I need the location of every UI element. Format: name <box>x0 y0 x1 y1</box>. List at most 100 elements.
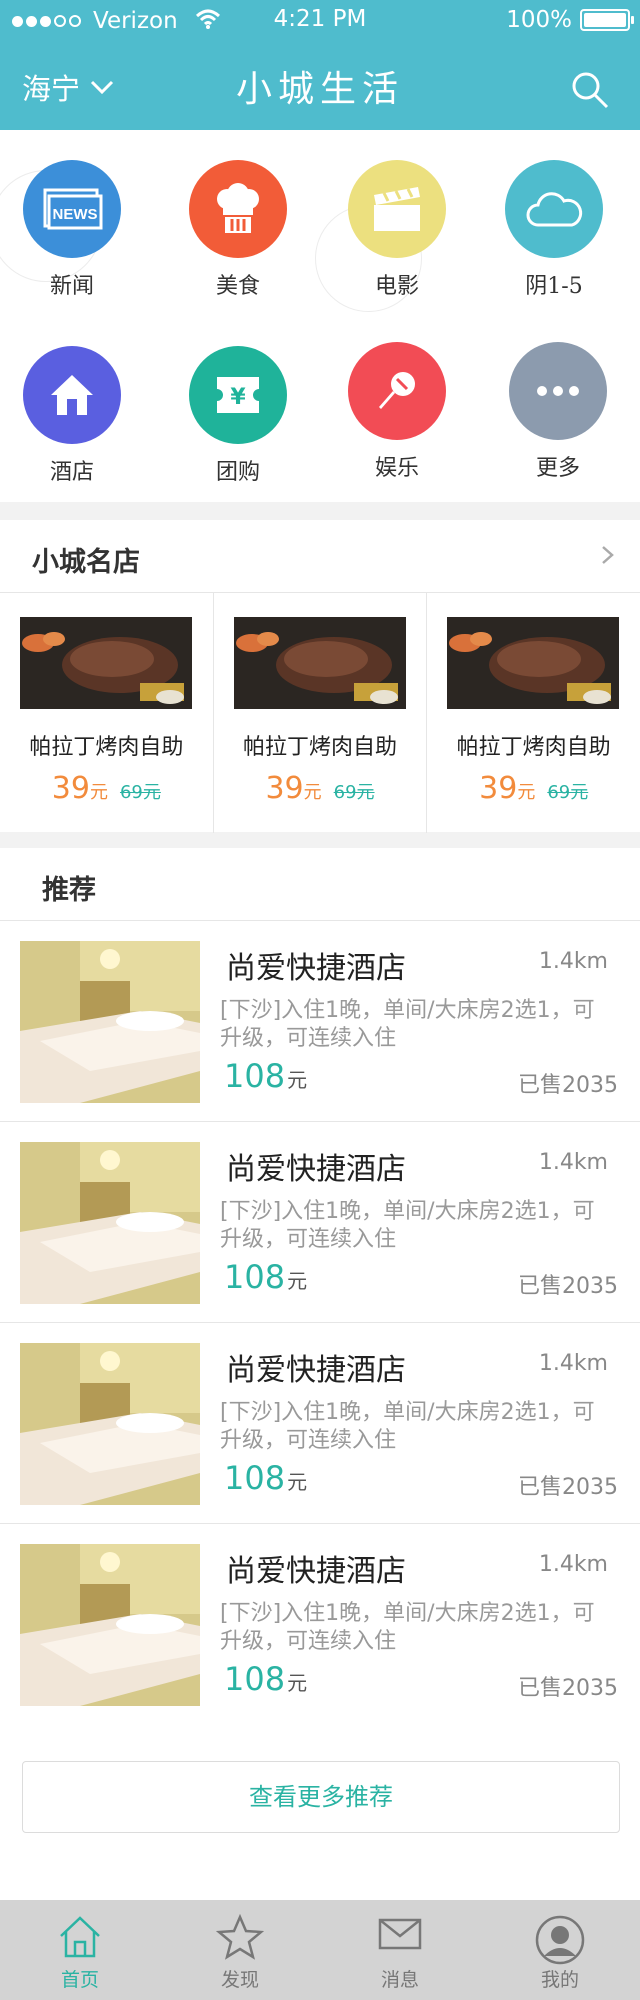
tab-profile[interactable]: 我的 <box>480 1900 640 2000</box>
microphone-icon <box>348 342 446 440</box>
hotel-name: 尚爱快捷酒店 <box>226 1152 406 1187</box>
category-label: 美食 <box>215 274 260 299</box>
shop-list: 帕拉丁烤肉自助 39元 69元 帕拉丁烤肉自助 39元 69元 帕拉丁烤肉自助 … <box>0 593 640 833</box>
recommend-item[interactable]: 尚爱快捷酒店 1.4km [下沙]入住1晚，单间/大床房2选1，可升级，可连续入… <box>0 921 640 1122</box>
house-icon <box>23 346 121 444</box>
section-title: 小城名店 <box>32 547 140 578</box>
svg-text:¥: ¥ <box>230 385 246 410</box>
recommend-item[interactable]: 尚爱快捷酒店 1.4km [下沙]入住1晚，单间/大床房2选1，可升级，可连续入… <box>0 1524 640 1725</box>
price-now: 39 <box>51 771 90 806</box>
hotel-image <box>20 941 200 1103</box>
sold-count: 已售2035 <box>518 1274 618 1299</box>
price-now: 39 <box>479 771 518 806</box>
shop-price: 39元 69元 <box>427 771 640 806</box>
user-icon <box>535 1915 585 1965</box>
price-old: 69元 <box>333 782 375 803</box>
hotel-price: 108 元 <box>224 1258 307 1296</box>
hotel-price: 108 元 <box>224 1459 307 1497</box>
shop-price: 39元 69元 <box>0 771 213 806</box>
shop-image <box>233 617 406 709</box>
hotel-distance: 1.4km <box>538 1150 608 1175</box>
search-icon[interactable] <box>570 70 610 110</box>
hotel-desc: [下沙]入住1晚，单间/大床房2选1，可升级，可连续入住 <box>220 1601 595 1654</box>
category-movie[interactable]: 电影 <box>337 160 457 300</box>
recommend-header: 推荐 <box>0 848 640 921</box>
famous-shops-section: 小城名店 帕拉丁烤肉自助 39元 69元 帕拉丁烤肉自助 39元 69元 帕拉丁… <box>0 520 640 833</box>
category-label: 电影 <box>374 274 419 299</box>
battery-icon <box>580 9 634 31</box>
shop-image <box>447 617 620 709</box>
shop-card[interactable]: 帕拉丁烤肉自助 39元 69元 <box>427 593 640 833</box>
shop-price: 39元 69元 <box>214 771 427 806</box>
recommend-item[interactable]: 尚爱快捷酒店 1.4km [下沙]入住1晚，单间/大床房2选1，可升级，可连续入… <box>0 1323 640 1524</box>
hotel-name: 尚爱快捷酒店 <box>226 1353 406 1388</box>
shop-name: 帕拉丁烤肉自助 <box>243 735 398 760</box>
hotel-desc: [下沙]入住1晚，单间/大床房2选1，可升级，可连续入住 <box>220 1400 595 1453</box>
hotel-price: 108 元 <box>224 1660 307 1698</box>
more-recommend-area: 查看更多推荐 <box>0 1721 640 1901</box>
price-unit: 元 <box>287 1068 308 1092</box>
tab-label: 我的 <box>540 1969 579 1991</box>
tab-discover[interactable]: 发现 <box>160 1900 320 2000</box>
price-unit: 元 <box>303 782 322 803</box>
price-value: 108 <box>224 1660 286 1698</box>
category-hotel[interactable]: 酒店 <box>12 346 132 486</box>
sold-count: 已售2035 <box>518 1073 618 1098</box>
news-icon: NEWS <box>23 160 121 258</box>
price-value: 108 <box>224 1057 286 1095</box>
recommend-section: 推荐 尚爱快捷酒店 1.4km [下沙]入住1晚，单间/大床房2选1，可升级，可… <box>0 848 640 1725</box>
shop-card[interactable]: 帕拉丁烤肉自助 39元 69元 <box>214 593 428 833</box>
category-grid: NEWS 新闻 美食 电影 阴1-5 酒店 ¥ 团购 娱乐 更多 <box>0 130 640 502</box>
price-unit: 元 <box>287 1671 308 1695</box>
hotel-image <box>20 1142 200 1304</box>
price-value: 108 <box>224 1459 286 1497</box>
tab-messages[interactable]: 消息 <box>320 1900 480 2000</box>
hotel-desc: [下沙]入住1晚，单间/大床房2选1，可升级，可连续入住 <box>220 1199 595 1252</box>
ticket-icon: ¥ <box>189 346 287 444</box>
hotel-price: 108 元 <box>224 1057 307 1095</box>
more-recommend-button[interactable]: 查看更多推荐 <box>22 1761 620 1833</box>
home-icon <box>60 1916 100 1958</box>
price-old: 69元 <box>119 782 161 803</box>
sold-count: 已售2035 <box>518 1475 618 1500</box>
battery-percent: 100% <box>506 7 572 33</box>
hotel-name: 尚爱快捷酒店 <box>226 1554 406 1589</box>
category-weather[interactable]: 阴1-5 <box>494 160 614 300</box>
famous-shops-header[interactable]: 小城名店 <box>0 520 640 593</box>
hotel-desc: [下沙]入住1晚，单间/大床房2选1，可升级，可连续入住 <box>220 998 595 1051</box>
hotel-distance: 1.4km <box>538 1351 608 1376</box>
price-unit: 元 <box>287 1269 308 1293</box>
shop-name: 帕拉丁烤肉自助 <box>456 735 611 760</box>
category-label: 酒店 <box>49 460 94 485</box>
category-groupbuy[interactable]: ¥ 团购 <box>178 346 298 486</box>
price-old: 69元 <box>547 782 589 803</box>
tab-label: 消息 <box>380 1969 419 1991</box>
price-unit: 元 <box>287 1470 308 1494</box>
chef-hat-icon <box>189 160 287 258</box>
mail-icon <box>378 1918 422 1950</box>
price-value: 108 <box>224 1258 286 1296</box>
category-news[interactable]: NEWS 新闻 <box>12 160 132 300</box>
hotel-image <box>20 1343 200 1505</box>
tab-home[interactable]: 首页 <box>0 1900 160 2000</box>
nav-bar: 海宁 小城生活 <box>0 42 640 130</box>
shop-name: 帕拉丁烤肉自助 <box>29 735 184 760</box>
category-entertainment[interactable]: 娱乐 <box>337 342 457 482</box>
hotel-distance: 1.4km <box>538 1552 608 1577</box>
tab-label: 首页 <box>60 1969 99 1991</box>
recommend-item[interactable]: 尚爱快捷酒店 1.4km [下沙]入住1晚，单间/大床房2选1，可升级，可连续入… <box>0 1122 640 1323</box>
hotel-image <box>20 1544 200 1706</box>
category-label: 阴1-5 <box>525 274 583 299</box>
battery: 100% <box>506 7 634 33</box>
category-food[interactable]: 美食 <box>178 160 298 300</box>
page-title: 小城生活 <box>235 69 404 110</box>
shop-card[interactable]: 帕拉丁烤肉自助 39元 69元 <box>0 593 214 833</box>
category-more[interactable]: 更多 <box>498 342 618 482</box>
category-label: 团购 <box>215 460 260 485</box>
star-icon <box>215 1913 265 1960</box>
svg-text:NEWS: NEWS <box>53 206 98 223</box>
category-label: 新闻 <box>49 274 94 299</box>
cloud-icon <box>505 160 603 258</box>
status-bar: Verizon 4:21 PM 100% <box>0 0 640 42</box>
chevron-right-icon[interactable] <box>596 544 618 566</box>
